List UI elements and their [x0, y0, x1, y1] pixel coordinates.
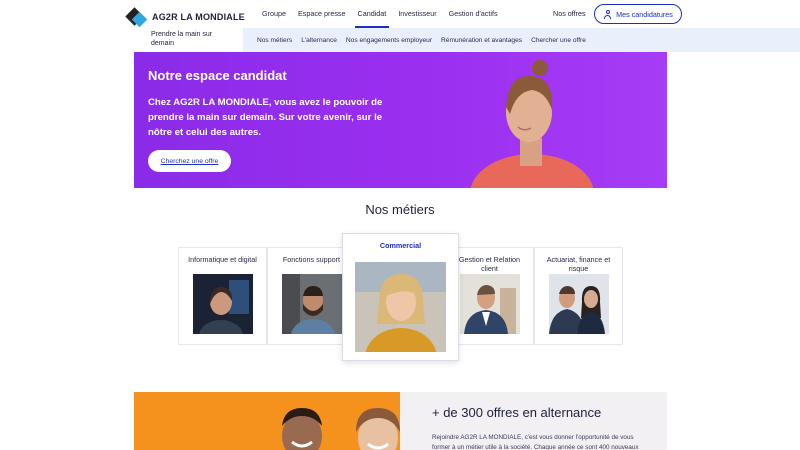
subnav-item-engagements[interactable]: Nos engagements employeur: [346, 37, 432, 44]
metier-card-label: Fonctions support: [282, 255, 341, 264]
logo[interactable]: AG2R LA MONDIALE: [125, 7, 245, 28]
alternance-image: [134, 392, 400, 450]
user-icon: [603, 9, 612, 19]
metier-photo: [355, 262, 446, 352]
subnav-item-remuneration[interactable]: Rémunération et avantages: [441, 37, 522, 44]
mes-candidatures-button[interactable]: Mes candidatures: [594, 4, 682, 24]
metier-photo: [549, 274, 609, 334]
subnav-item-chercher-offre[interactable]: Chercher une offre: [531, 37, 586, 44]
metier-card-label: Informatique et digital: [188, 255, 257, 264]
metier-card-commercial[interactable]: Commercial: [342, 233, 459, 361]
nav-item-espace-presse[interactable]: Espace presse: [292, 0, 352, 28]
mes-candidatures-label: Mes candidatures: [616, 9, 673, 19]
subnav-item-alternance[interactable]: L'alternance: [301, 37, 337, 44]
hero-text: Chez AG2R LA MONDIALE, vous avez le pouv…: [148, 97, 383, 138]
metier-photo: [460, 274, 520, 334]
nav-item-groupe[interactable]: Groupe: [256, 0, 292, 28]
logo-icon: [125, 7, 148, 28]
nos-offres-link[interactable]: Nos offres: [553, 0, 586, 28]
alternance-title: + de 300 offres en alternance: [432, 405, 602, 420]
nav-item-candidat[interactable]: Candidat: [352, 0, 393, 28]
hero-banner: Notre espace candidat Chez AG2R LA MONDI…: [134, 52, 667, 188]
logo-text: AG2R LA MONDIALE: [152, 12, 245, 22]
alternance-photo: [282, 408, 400, 450]
main-nav: Groupe Espace presse Candidat Investisse…: [256, 0, 504, 28]
nos-metiers-title: Nos métiers: [365, 202, 435, 217]
hero-title: Notre espace candidat: [148, 68, 287, 83]
nav-item-gestion-actifs[interactable]: Gestion d'actifs: [443, 0, 504, 28]
alternance-panel: + de 300 offres en alternance Rejoindre …: [400, 392, 667, 450]
tagline: Prendre la main sur demain: [151, 31, 213, 47]
metier-card-label: Gestion et Relation client: [458, 255, 521, 273]
metier-card-informatique[interactable]: Informatique et digital: [178, 247, 267, 345]
sub-nav: Nos métiers L'alternance Nos engagements…: [243, 28, 800, 52]
metier-card-actuariat[interactable]: Actuariat, finance et risque: [534, 247, 623, 345]
alternance-text: Rejoindre AG2R LA MONDIALE, c'est vous d…: [432, 434, 639, 450]
metier-photo: [193, 274, 253, 334]
hero-candidate-photo: [470, 60, 594, 188]
metiers-carousel: Informatique et digital Fonctions suppor…: [178, 233, 623, 361]
metier-photo: [282, 274, 342, 334]
subnav-item-nos-metiers[interactable]: Nos métiers: [257, 37, 292, 44]
cherchez-offre-button[interactable]: Cherchez une offre: [148, 150, 231, 172]
metier-card-label: Commercial: [379, 241, 422, 250]
metier-card-label: Actuariat, finance et risque: [546, 255, 611, 273]
nav-item-investisseur[interactable]: Investisseur: [392, 0, 442, 28]
